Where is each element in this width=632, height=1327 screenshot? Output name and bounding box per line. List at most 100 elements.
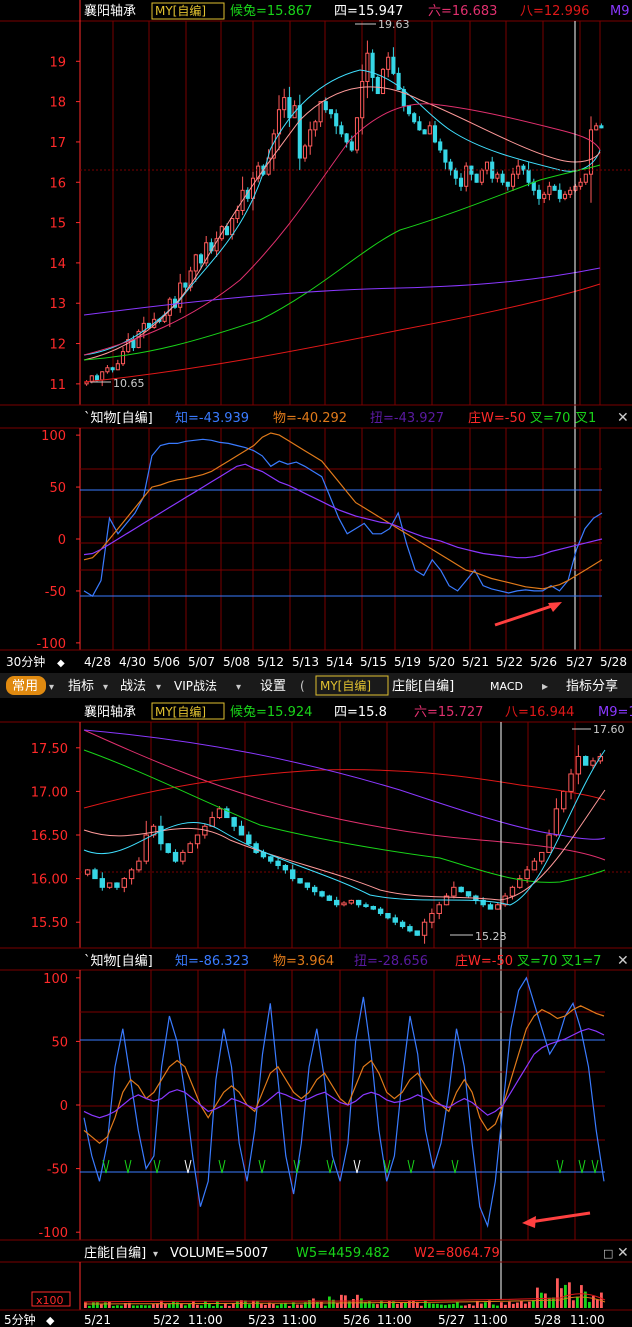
- top-indicator-select[interactable]: MY[自编]: [155, 3, 206, 18]
- volume-bar-1: [88, 1305, 91, 1308]
- volume-bar-83: [416, 1301, 419, 1308]
- candle-body-55: [370, 52, 375, 78]
- candle-body-51: [349, 141, 354, 151]
- tab-my[interactable]: MY[自编]: [320, 678, 371, 693]
- bottom-sub-cha: 叉=70: [517, 954, 557, 969]
- signal-mark-14: [591, 1159, 599, 1174]
- volume-value: VOLUME=5007: [170, 1246, 268, 1261]
- volume-bar-100: [484, 1302, 487, 1308]
- date-label-10: 5/20: [428, 655, 455, 669]
- top-sub-close-icon[interactable]: ✕: [617, 410, 629, 426]
- date-label-0: 5/21: [84, 1313, 111, 1327]
- volume-bar-2: [92, 1302, 95, 1308]
- top-period[interactable]: 30分钟: [6, 654, 45, 669]
- toolbar-right-arrow[interactable]: ▸: [542, 679, 548, 693]
- volume-bar-48: [276, 1305, 279, 1308]
- volume-maximize-icon[interactable]: □: [603, 1247, 613, 1260]
- bottom-price-panel[interactable]: 17.50 17.00 16.50 16.00 15.50 17.60 15.28: [31, 722, 632, 1300]
- signal-mark-6: [293, 1159, 301, 1174]
- volume-name[interactable]: 庄能[自编]: [84, 1245, 146, 1261]
- bottom-sub-zhi: 知=-86.323: [175, 953, 249, 969]
- volume-bar-60: [324, 1305, 327, 1308]
- candle-body-62: [406, 105, 412, 115]
- volume-bar-85: [424, 1300, 427, 1308]
- toolbar-fenxiang[interactable]: 指标分享: [566, 678, 618, 694]
- bottom-sub-name[interactable]: `知物[自编]: [84, 953, 153, 969]
- top-indicator-panel[interactable]: 100500-50-100: [36, 428, 603, 652]
- candle-body-91: [557, 189, 562, 199]
- candle-body-44: [407, 926, 413, 932]
- toolbar-vip[interactable]: VIP战法: [174, 679, 217, 693]
- candle-body-61: [531, 860, 538, 871]
- candle-body-48: [334, 113, 339, 127]
- volume-bar-74: [380, 1300, 383, 1308]
- top-sub-name[interactable]: `知物[自编]: [84, 410, 153, 426]
- signal-mark-11: [451, 1159, 459, 1174]
- toolbar-shezhi[interactable]: 设置: [260, 679, 286, 694]
- y-tick-label-7: 18: [49, 96, 66, 111]
- candle-body-87: [536, 189, 542, 199]
- date-label-0: 4/28: [84, 655, 111, 669]
- date-label-1: 5/22: [153, 1313, 180, 1327]
- candle-body-30: [304, 882, 311, 888]
- tab-macd[interactable]: MACD: [490, 680, 523, 693]
- volume-close-icon[interactable]: ✕: [617, 1245, 629, 1261]
- volume-bar-45: [264, 1304, 267, 1308]
- y-tick-label-8: 19: [49, 55, 66, 70]
- volume-bar-25: [184, 1305, 187, 1308]
- signal-mark-10: [407, 1159, 415, 1174]
- date-label-5: 5/26: [343, 1313, 370, 1327]
- candle-body-41: [297, 105, 302, 159]
- volume-bar-4: [100, 1304, 103, 1308]
- top-sub-wu: 物=-40.292: [273, 411, 347, 426]
- y-tick-label-2: 16.50: [31, 829, 68, 844]
- volume-bar-67: [352, 1298, 355, 1308]
- candle-body-59: [391, 56, 396, 74]
- candle-body-68: [582, 756, 589, 766]
- volume-bar-37: [232, 1303, 235, 1308]
- candle-body-11: [165, 843, 171, 853]
- candle-body-0: [84, 869, 91, 875]
- volume-bar-104: [500, 1302, 503, 1308]
- y-tick-label-0: 100: [43, 972, 68, 987]
- volume-bar-72: [372, 1303, 375, 1308]
- volume-bar-17: [152, 1304, 155, 1308]
- candle-body-37: [276, 109, 282, 135]
- candle-body-16: [167, 298, 172, 316]
- toolbar-zhanfa[interactable]: 战法: [120, 679, 146, 694]
- candle-body-32: [319, 891, 325, 897]
- volume-bar-95: [464, 1305, 467, 1308]
- volume-bar-90: [444, 1305, 447, 1308]
- toolbar-left-arrow[interactable]: (: [300, 679, 305, 693]
- volume-panel[interactable]: 庄能[自编] ▾ VOLUME=5007 W5=4459.482 W2=8064…: [0, 1239, 632, 1310]
- y-tick-label-1: 17.00: [31, 785, 68, 800]
- date-label-4: 5/08: [223, 655, 250, 669]
- volume-bar-30: [204, 1301, 207, 1308]
- bottom-sub-close-icon[interactable]: ✕: [617, 953, 629, 969]
- date-label-15: 5/28: [600, 655, 627, 669]
- candle-body-69: [590, 760, 596, 766]
- volume-bar-73: [376, 1304, 379, 1308]
- candle-body-2: [99, 878, 106, 888]
- bottom-period[interactable]: 5分钟: [4, 1312, 36, 1327]
- y-tick-label-2: 0: [58, 533, 66, 548]
- date-label-3: 5/07: [188, 655, 215, 669]
- volume-bar-123: [576, 1296, 579, 1308]
- date-label-2: 5/06: [153, 655, 180, 669]
- volume-bar-14: [140, 1305, 143, 1308]
- candle-body-57: [380, 68, 386, 95]
- top-sub-zhi: 知=-43.939: [175, 410, 249, 426]
- bottom-indicator-select[interactable]: MY[自编]: [155, 704, 206, 719]
- tab-zn[interactable]: 庄能[自编]: [392, 678, 454, 694]
- volume-bar-29: [200, 1305, 203, 1308]
- top-indicator-header: `知物[自编] 知=-43.939 物=-40.292 扭=-43.927 庄W…: [0, 404, 632, 429]
- bottom-indicator-panel[interactable]: 100 50 0 -50 -100: [38, 970, 605, 1241]
- candle-body-40: [377, 908, 384, 914]
- toolbar-common[interactable]: 常用: [12, 679, 38, 694]
- indicator-series-2: [83, 463, 603, 559]
- signal-mark-3: [184, 1159, 192, 1174]
- y-tick-label-4: -100: [38, 1226, 68, 1241]
- toolbar-zhibiao[interactable]: 指标: [68, 679, 94, 694]
- candle-body-79: [495, 173, 500, 179]
- top-liu: 六=16.683: [428, 4, 497, 19]
